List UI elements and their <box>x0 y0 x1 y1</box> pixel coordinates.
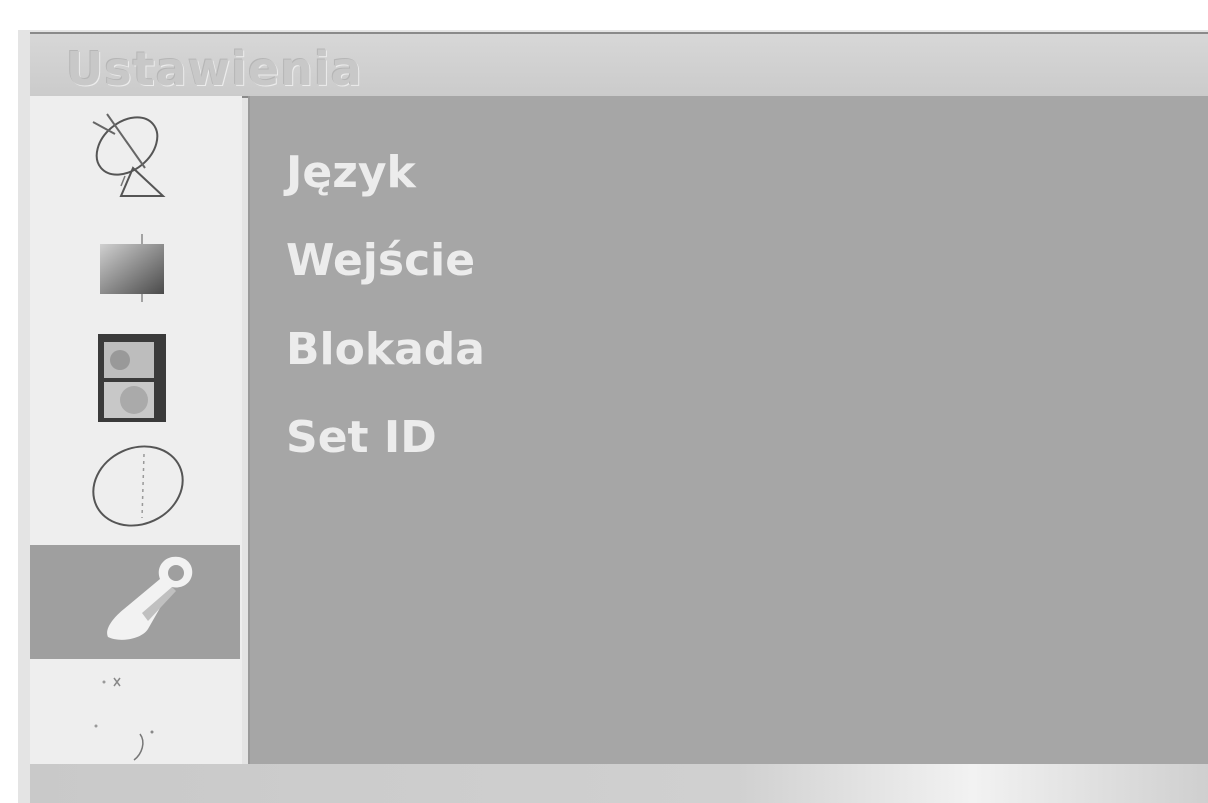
menu-item-jezyk[interactable]: Język <box>286 145 416 201</box>
picture-gradient-icon <box>100 234 164 302</box>
star-icon <box>102 677 121 687</box>
clock-icon <box>92 445 184 527</box>
sidebar-item-picture[interactable] <box>30 212 240 316</box>
sidebar-item-setup[interactable] <box>30 545 240 659</box>
wrench-icon <box>107 556 193 640</box>
menu-item-set-id[interactable]: Set ID <box>286 410 437 466</box>
arrow-icon <box>94 724 154 761</box>
sidebar-item-sound[interactable] <box>30 320 240 428</box>
speaker-icon <box>98 334 166 422</box>
tv-osd-screen: Ustawienia Język Wejście Blokada Set ID <box>0 0 1208 803</box>
menu-title: Ustawienia <box>66 42 363 96</box>
satellite-dish-icon <box>92 113 166 197</box>
menu-item-wejscie[interactable]: Wejście <box>286 233 475 289</box>
menu-item-blokada[interactable]: Blokada <box>286 322 485 378</box>
bottom-bar <box>30 764 1208 803</box>
sidebar-item-time[interactable] <box>30 432 240 540</box>
sidebar-item-channel[interactable] <box>30 100 240 204</box>
sidebar-item-more[interactable] <box>30 706 240 762</box>
sidebar-item-extra[interactable] <box>30 662 240 702</box>
